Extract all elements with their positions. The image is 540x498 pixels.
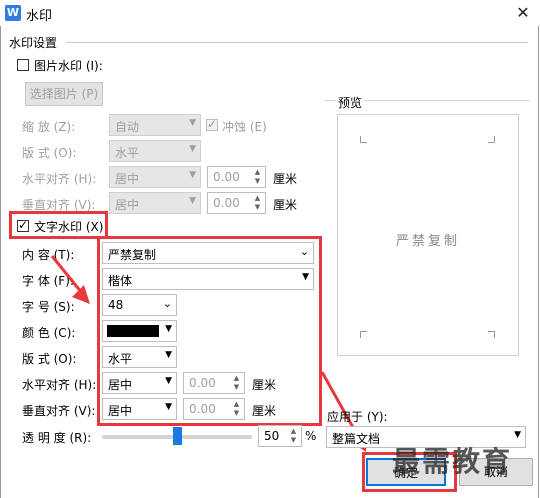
arrow-to-font-group [50, 255, 90, 304]
preview-margin-mark [360, 136, 367, 143]
preview-margin-mark [488, 136, 495, 143]
chevron-down-icon: ▼ [514, 430, 521, 440]
preview-watermark-text: 严禁复制 [395, 234, 460, 249]
preview-margin-mark [360, 331, 367, 338]
preview-pane: 严禁复制 [337, 114, 519, 356]
preview-label: 预览 [336, 94, 365, 111]
site-watermark-text: 最需教育 [392, 445, 513, 478]
preview-margin-mark [488, 331, 495, 338]
apply-to-label: 应用于 (Y): [327, 410, 388, 424]
apply-to-value: 整篇文档 [332, 432, 381, 446]
